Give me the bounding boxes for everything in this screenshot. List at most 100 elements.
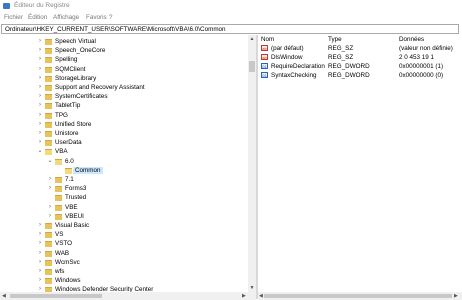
tree-hscroll-thumb[interactable] <box>10 294 102 298</box>
tree-vertical-scrollbar[interactable]: ▲ ▼ <box>248 35 256 292</box>
tree-item[interactable]: › TPG <box>0 111 248 120</box>
tree-item[interactable]: ⌄ 6.0 <box>0 157 248 166</box>
chevron-right-icon[interactable]: › <box>37 111 43 120</box>
chevron-right-icon[interactable]: › <box>37 46 43 55</box>
tree-item[interactable]: › Visual Basic <box>0 221 248 230</box>
chevron-right-icon[interactable]: › <box>37 120 43 129</box>
scroll-up-arrow-icon[interactable]: ▲ <box>249 36 255 42</box>
menu-edition[interactable]: Édition <box>28 14 47 21</box>
chevron-right-icon[interactable]: › <box>47 212 53 221</box>
scroll-down-arrow-icon[interactable]: ▼ <box>249 285 255 291</box>
tree-item-label: Speech_OneCore <box>55 47 106 55</box>
tree-item-label: SQMClient <box>55 65 86 73</box>
chevron-right-icon[interactable]: › <box>37 92 43 101</box>
tree-item[interactable]: › Windows <box>0 276 248 285</box>
value-type: REG_DWORD <box>328 72 370 79</box>
tree-item[interactable]: › TabletTip <box>0 101 248 110</box>
tree-item[interactable]: › Windows Defender Security Center <box>0 285 248 292</box>
chevron-right-icon[interactable]: › <box>37 239 43 248</box>
tree-item[interactable]: Trusted <box>0 193 248 202</box>
chevron-right-icon[interactable]: › <box>37 101 43 110</box>
chevron-right-icon[interactable]: › <box>37 221 43 230</box>
folder-icon <box>45 112 52 119</box>
chevron-right-icon[interactable]: › <box>37 285 43 292</box>
tree-item[interactable]: › WcmSvc <box>0 258 248 267</box>
chevron-right-icon[interactable]: › <box>37 74 43 83</box>
scroll-right-arrow-icon[interactable]: ▶ <box>242 293 246 299</box>
chevron-right-icon[interactable]: › <box>37 55 43 64</box>
tree-item[interactable]: › Unified Store <box>0 120 248 129</box>
tree-item[interactable]: › Unistore <box>0 129 248 138</box>
menu-affichage[interactable]: Affichage <box>53 14 79 21</box>
value-row[interactable]: 01 SyntaxChecking REG_DWORD 0x00000000 (0) <box>258 71 462 80</box>
tree-item[interactable]: › VS <box>0 230 248 239</box>
tree-item[interactable]: ⌄ VBA <box>0 147 248 156</box>
tree-item-label: VS <box>55 231 64 239</box>
key-tree-pane[interactable]: › Speech Virtual › Speech_OneCore › Spelling ›… <box>0 35 256 292</box>
chevron-right-icon[interactable]: › <box>37 138 43 147</box>
tree-item-label: Visual Basic <box>55 222 90 229</box>
chevron-right-icon[interactable]: › <box>47 203 53 212</box>
value-row[interactable]: ab DlsWindow REG_SZ 2 0 453 19 1 <box>258 53 462 62</box>
menu-help[interactable]: ? <box>109 14 113 21</box>
tree-item[interactable]: › Speech Virtual <box>0 37 248 46</box>
tree-item[interactable]: › UserData <box>0 138 248 147</box>
values-horizontal-scrollbar[interactable]: ◀ ▶ <box>258 292 462 300</box>
chevron-right-icon[interactable]: › <box>37 37 43 46</box>
menu-fichier[interactable]: Fichier <box>4 14 23 21</box>
folder-icon <box>55 204 62 211</box>
tree-item[interactable]: › wfs <box>0 267 248 276</box>
folder-icon <box>45 85 52 91</box>
column-header-type[interactable]: Type <box>328 36 342 43</box>
tree-item[interactable]: › SQMClient <box>0 65 248 74</box>
address-path[interactable]: Ordinateur\HKEY_CURRENT_USER\SOFTWARE\Mi… <box>5 26 226 33</box>
scroll-left-arrow-icon[interactable]: ◀ <box>259 293 263 299</box>
tree-item[interactable]: › VSTO <box>0 239 248 248</box>
tree-item[interactable]: Common <box>0 166 248 175</box>
menu-favoris[interactable]: Favoris <box>86 14 107 21</box>
value-data: (valeur non définie) <box>399 45 453 52</box>
tree-item[interactable]: › WAB <box>0 249 248 258</box>
column-header-name[interactable]: Nom <box>261 36 274 43</box>
address-bar[interactable]: Ordinateur\HKEY_CURRENT_USER\SOFTWARE\Mi… <box>1 24 459 34</box>
tree-horizontal-scrollbar[interactable]: ◀ ▶ <box>0 292 256 300</box>
folder-icon <box>45 232 52 239</box>
tree-item[interactable]: › Spelling <box>0 55 248 64</box>
tree-item[interactable]: › VBE <box>0 203 248 212</box>
folder-icon <box>55 195 62 202</box>
value-row[interactable]: ab (par défaut) REG_SZ (valeur non définie) <box>258 44 462 53</box>
tree-item[interactable]: › 7.1 <box>0 175 248 184</box>
dword-value-icon: 01 <box>261 72 268 78</box>
tree-item[interactable]: › SystemCertificates <box>0 92 248 101</box>
scroll-left-arrow-icon[interactable]: ◀ <box>2 293 6 299</box>
value-row[interactable]: 01 RequireDeclaration REG_DWORD 0x00000001 … <box>258 62 462 71</box>
chevron-right-icon[interactable]: › <box>37 267 43 276</box>
chevron-right-icon[interactable]: › <box>37 129 43 138</box>
value-data: 0x00000000 (0) <box>399 72 444 79</box>
chevron-right-icon[interactable]: › <box>37 230 43 239</box>
chevron-right-icon[interactable]: › <box>37 249 43 258</box>
tree-item[interactable]: › StorageLibrary <box>0 74 248 83</box>
tree-item[interactable]: › Support and Recovery Assistant <box>0 83 248 92</box>
values-hscroll-thumb[interactable] <box>264 294 452 298</box>
chevron-right-icon[interactable]: › <box>37 258 43 267</box>
tree-item-label: 6.0 <box>65 157 74 165</box>
chevron-right-icon[interactable]: › <box>37 65 43 74</box>
menu-bar: Fichier Édition Affichage Favoris ? <box>0 13 462 23</box>
chevron-right-icon[interactable]: › <box>37 83 43 92</box>
chevron-down-icon[interactable]: ⌄ <box>47 157 53 166</box>
tree-item[interactable]: › Forms3 <box>0 184 248 193</box>
string-value-icon: ab <box>261 54 268 60</box>
tree-item[interactable]: › Speech_OneCore <box>0 46 248 55</box>
chevron-right-icon[interactable]: › <box>37 276 43 285</box>
chevron-right-icon[interactable]: › <box>47 184 53 193</box>
scroll-right-arrow-icon[interactable]: ▶ <box>454 293 458 299</box>
column-header-data[interactable]: Données <box>399 36 424 43</box>
chevron-right-icon[interactable]: › <box>47 175 53 184</box>
folder-icon <box>45 57 52 64</box>
folder-icon <box>45 278 52 285</box>
tree-scroll-thumb[interactable] <box>249 61 255 72</box>
tree-item[interactable]: › VBEUI <box>0 212 248 221</box>
chevron-down-icon[interactable]: ⌄ <box>37 147 43 156</box>
values-pane[interactable]: Nom Type Données ab (par défaut) REG_SZ (va… <box>258 35 462 292</box>
